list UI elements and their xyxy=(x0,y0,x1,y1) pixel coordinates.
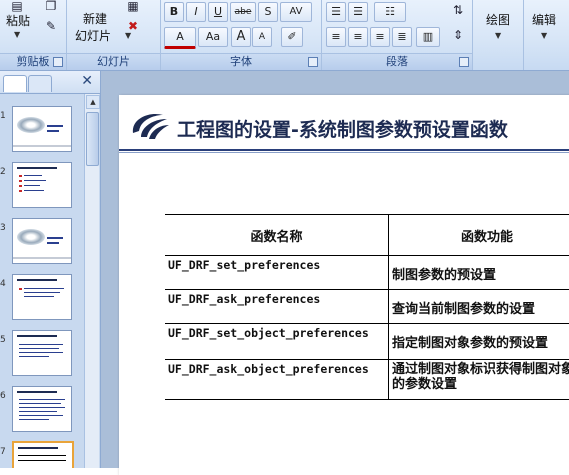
new-slide-button-line2[interactable]: 幻灯片 xyxy=(75,27,111,44)
title-divider-thin xyxy=(119,152,569,153)
drawing-group: 绘图 ▼ xyxy=(473,0,524,70)
shrink-font-button[interactable]: A xyxy=(252,27,272,47)
line-spacing-icon[interactable]: ☷ xyxy=(374,2,406,22)
slide-thumbnail[interactable] xyxy=(12,274,72,320)
slide-canvas[interactable]: 工程图的设置-系统制图参数预设置函数 函数名称 函数功能 UF_DRF_set_… xyxy=(119,95,569,475)
thumbnail-scrollbar[interactable]: ▲ xyxy=(84,94,99,468)
slide-thumbnail[interactable] xyxy=(12,218,72,264)
decrease-indent-icon[interactable]: ☰ xyxy=(326,2,346,22)
paste-dropdown-icon[interactable]: ▼ xyxy=(14,30,20,39)
character-spacing-button[interactable]: AV xyxy=(280,2,312,22)
strikethrough-button[interactable]: abe xyxy=(230,2,256,22)
editing-group: 编辑 ▼ xyxy=(524,0,569,70)
font-group: B I U abe S AV A Aa A A ✐ 字体 xyxy=(161,0,322,70)
slide-thumbnail-selected[interactable] xyxy=(12,441,74,468)
table-header-function: 函数功能 xyxy=(389,215,569,256)
italic-button[interactable]: I xyxy=(186,2,206,22)
change-case-button[interactable]: Aa xyxy=(198,27,228,47)
function-name-cell: UF_DRF_set_object_preferences xyxy=(165,324,389,360)
ribbon: ▤ 粘贴 ▼ ❐ ✎ 剪贴板 新建 幻灯片 ▼ ▦ ✖ 幻灯片 B I U ab… xyxy=(0,0,569,71)
slide-title: 工程图的设置-系统制图参数预设置函数 xyxy=(177,115,508,142)
paragraph-launcher[interactable] xyxy=(459,57,469,67)
layout-icon[interactable]: ▦ xyxy=(125,0,141,14)
paragraph-group-label: 段落 xyxy=(322,53,472,70)
function-name-cell: UF_DRF_ask_object_preferences xyxy=(165,360,389,400)
shadow-button[interactable]: S xyxy=(258,2,278,22)
new-slide-button[interactable]: 新建 xyxy=(83,10,107,27)
slide-thumbnail[interactable] xyxy=(12,330,72,376)
clipboard-group: ▤ 粘贴 ▼ ❐ ✎ 剪贴板 xyxy=(0,0,67,70)
font-group-label: 字体 xyxy=(161,53,321,70)
thumbnail-number: 5 xyxy=(0,335,6,345)
grow-font-button[interactable]: A xyxy=(231,27,251,47)
text-direction-icon[interactable]: ⇅ xyxy=(450,2,466,18)
align-left-icon[interactable]: ≡ xyxy=(326,27,346,47)
close-icon[interactable]: ✕ xyxy=(81,73,93,89)
editing-dropdown-icon[interactable]: ▼ xyxy=(541,31,547,40)
pane-tabs: ✕ xyxy=(0,71,100,94)
slide-thumbnails: 1 2 3 4 xyxy=(0,94,84,468)
tab-slides[interactable] xyxy=(3,75,27,92)
thumbnail-number: 1 xyxy=(0,111,6,121)
table-row: UF_DRF_ask_preferences 查询当前制图参数的设置 xyxy=(165,290,569,324)
function-table: 函数名称 函数功能 UF_DRF_set_preferences 制图参数的预设… xyxy=(165,214,569,400)
slide-editing-area: 工程图的设置-系统制图参数预设置函数 函数名称 函数功能 UF_DRF_set_… xyxy=(101,71,569,468)
function-desc-cell: 指定制图对象参数的预设置 xyxy=(389,324,569,360)
function-desc-cell: 通过制图对象标识获得制图对象的参数设置 xyxy=(389,360,569,400)
thumbnail-image xyxy=(17,117,45,133)
function-desc-cell: 查询当前制图参数的设置 xyxy=(389,290,569,324)
slides-group-label: 幻灯片 xyxy=(67,53,160,70)
slide-thumbnail[interactable] xyxy=(12,162,72,208)
drawing-dropdown-icon[interactable]: ▼ xyxy=(495,31,501,40)
tab-outline[interactable] xyxy=(28,75,52,92)
align-text-icon[interactable]: ⇕ xyxy=(450,27,466,43)
paste-button[interactable]: 粘贴 xyxy=(6,12,30,29)
slides-pane: ✕ 1 2 3 4 xyxy=(0,71,101,468)
slides-group: 新建 幻灯片 ▼ ▦ ✖ 幻灯片 xyxy=(67,0,161,70)
delete-slide-icon[interactable]: ✖ xyxy=(125,18,141,34)
bold-button[interactable]: B xyxy=(164,2,184,22)
clear-formatting-icon[interactable]: ✐ xyxy=(281,27,303,47)
slide-thumbnail[interactable] xyxy=(12,386,72,432)
thumbnail-number: 2 xyxy=(0,167,6,177)
thumbnail-number: 6 xyxy=(0,391,6,401)
title-divider xyxy=(119,149,569,151)
font-color-button[interactable]: A xyxy=(164,27,196,49)
editing-button[interactable]: 编辑 xyxy=(532,11,556,28)
slide-thumbnail[interactable] xyxy=(12,106,72,152)
table-row: UF_DRF_ask_object_preferences 通过制图对象标识获得… xyxy=(165,360,569,400)
thumbnail-number: 4 xyxy=(0,279,6,289)
underline-button[interactable]: U xyxy=(208,2,228,22)
paragraph-group: ☰ ☰ ☷ ⇅ ≡ ≡ ≡ ≣ ▥ ⇕ 段落 xyxy=(322,0,473,70)
drawing-button[interactable]: 绘图 xyxy=(486,11,510,28)
table-row: UF_DRF_set_preferences 制图参数的预设置 xyxy=(165,256,569,290)
align-right-icon[interactable]: ≡ xyxy=(370,27,390,47)
thumbnail-number: 3 xyxy=(0,223,6,233)
clipboard-launcher[interactable] xyxy=(53,57,63,67)
format-painter-icon[interactable]: ✎ xyxy=(43,18,59,34)
scroll-up-icon[interactable]: ▲ xyxy=(86,95,100,109)
font-launcher[interactable] xyxy=(308,57,318,67)
function-name-cell: UF_DRF_set_preferences xyxy=(165,256,389,290)
function-name-cell: UF_DRF_ask_preferences xyxy=(165,290,389,324)
table-header-name: 函数名称 xyxy=(165,215,389,256)
paste-icon[interactable]: ▤ xyxy=(6,0,28,12)
increase-indent-icon[interactable]: ☰ xyxy=(348,2,368,22)
columns-icon[interactable]: ▥ xyxy=(416,27,440,47)
function-desc-cell: 制图参数的预设置 xyxy=(389,256,569,290)
align-center-icon[interactable]: ≡ xyxy=(348,27,368,47)
copy-icon[interactable]: ❐ xyxy=(43,0,59,14)
thumbnail-number: 7 xyxy=(0,447,6,457)
scrollbar-thumb[interactable] xyxy=(86,112,99,166)
thumbnail-image xyxy=(17,229,45,245)
justify-icon[interactable]: ≣ xyxy=(392,27,412,47)
table-row: UF_DRF_set_object_preferences 指定制图对象参数的预… xyxy=(165,324,569,360)
company-logo-icon xyxy=(127,109,171,143)
